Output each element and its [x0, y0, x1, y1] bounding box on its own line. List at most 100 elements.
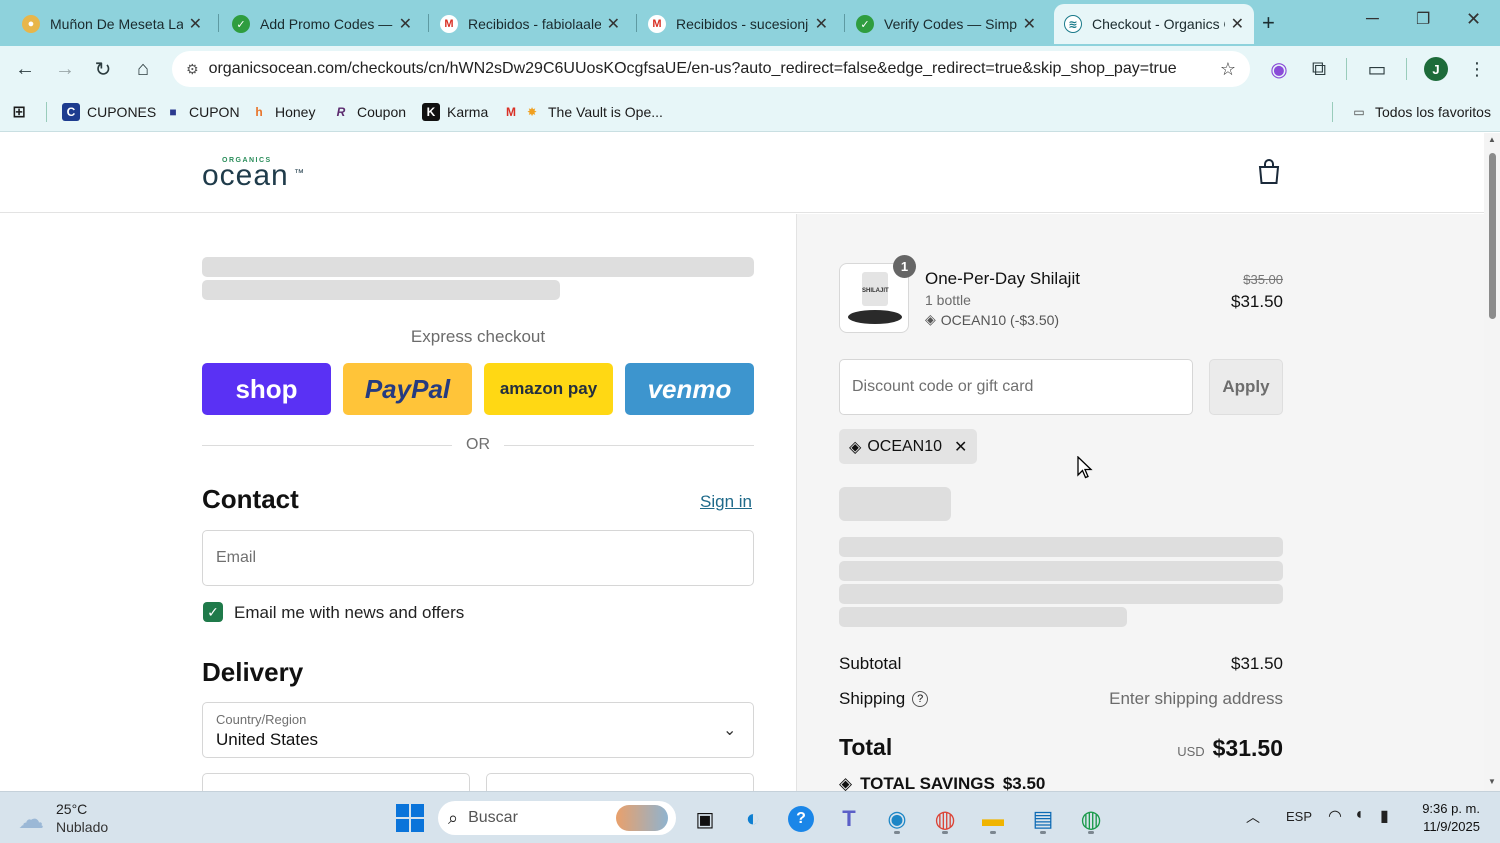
chrome-profile-icon[interactable]: ◍ [928, 802, 962, 836]
apps-grid-icon[interactable]: ⊞ [10, 100, 35, 124]
country-select[interactable]: Country/Region United States ⌄ [202, 702, 754, 758]
folder-icon: ▭ [1353, 105, 1365, 119]
express-checkout-title: Express checkout [410, 327, 546, 346]
extensions-icon[interactable]: ⧉ [1306, 56, 1332, 82]
scroll-up-icon[interactable]: ▲ [1488, 135, 1496, 144]
close-tab-icon[interactable]: ✕ [399, 14, 412, 34]
bookmark-cupones[interactable]: C CUPONES [62, 100, 156, 124]
email-placeholder: Email [216, 549, 257, 566]
new-tab-icon[interactable]: + [1262, 10, 1275, 36]
last-name-field[interactable] [486, 773, 754, 791]
tag-icon: ◈ [839, 774, 853, 791]
profile-avatar[interactable]: J [1424, 57, 1448, 81]
language-indicator[interactable]: ESP [1286, 809, 1312, 824]
discount-code-input[interactable]: Discount code or gift card [839, 359, 1193, 415]
or-divider-label: OR [466, 436, 490, 453]
all-bookmarks[interactable]: ▭ Todos los favoritos [1350, 100, 1491, 124]
paypal-button[interactable]: PayPal [343, 363, 472, 415]
bookmark-label: Honey [275, 104, 316, 120]
tab-checkout[interactable]: ≋ Checkout - Organics C ✕ [1054, 4, 1254, 44]
bookmark-star-icon[interactable]: ☆ [1220, 59, 1236, 80]
first-name-field[interactable] [202, 773, 470, 791]
bookmark-honey[interactable]: h Honey [250, 100, 315, 124]
volume-icon[interactable]: ◖ [1354, 806, 1364, 824]
help-app-icon[interactable]: ? [784, 802, 818, 836]
email-field[interactable]: Email [202, 530, 754, 586]
scroll-down-icon[interactable]: ▼ [1488, 777, 1496, 786]
venmo-button[interactable]: venmo [625, 363, 754, 415]
bookmark-vault[interactable]: M ✸ The Vault is Ope... [502, 100, 663, 124]
amazon-pay-button[interactable]: amazon pay [484, 363, 613, 415]
clock-time[interactable]: 9:36 p. m. [1408, 801, 1480, 816]
help-icon[interactable]: ? [912, 691, 929, 707]
bookmark-karma[interactable]: K Karma [422, 100, 488, 124]
copilot-icon[interactable]: ◉ [1266, 56, 1292, 82]
site-info-icon[interactable]: ⚙ [186, 61, 199, 78]
windows-start-icon[interactable] [396, 804, 424, 832]
sign-in-link[interactable]: Sign in [700, 492, 752, 512]
shipping-value: Enter shipping address [1109, 689, 1283, 708]
thumbnail-label: SHILAJIT [862, 288, 889, 294]
newsletter-label: Email me with news and offers [234, 603, 465, 622]
wifi-icon[interactable]: ◠ [1328, 806, 1342, 826]
tab-add-promo[interactable]: ✓ Add Promo Codes — ✕ [222, 4, 422, 44]
tab-verify-codes[interactable]: ✓ Verify Codes — Simpl ✕ [846, 4, 1046, 44]
product-discount: ◈ OCEAN10 (-$3.50) [925, 311, 1059, 328]
file-explorer-icon[interactable]: ▬ [976, 802, 1010, 836]
loading-skeleton [839, 537, 1283, 557]
product-variant: 1 bottle [925, 292, 971, 308]
close-tab-icon[interactable]: ✕ [1231, 14, 1244, 34]
cloud-icon[interactable]: ☁ [18, 804, 44, 835]
task-view-icon[interactable]: ▣ [688, 802, 722, 836]
weather-temp[interactable]: 25°C [56, 801, 87, 817]
store-logo[interactable]: ORGANICS ocean ™ [202, 153, 312, 193]
tab-search-icon[interactable]: ▭ [1364, 56, 1390, 82]
shop-pay-button[interactable]: shop [202, 363, 331, 415]
karma-icon: K [422, 103, 440, 121]
loading-skeleton [839, 487, 951, 521]
battery-icon[interactable]: ▮ [1380, 806, 1389, 826]
home-icon[interactable]: ⌂ [130, 56, 156, 82]
remove-discount-icon[interactable]: ✕ [954, 437, 967, 457]
close-tab-icon[interactable]: ✕ [607, 14, 620, 34]
shopping-bag-icon[interactable] [1257, 159, 1281, 185]
total-savings: ◈ TOTAL SAVINGS $3.50 [839, 774, 1045, 791]
logo-main-text: ocean [202, 159, 289, 192]
chevron-down-icon: ⌄ [723, 722, 737, 739]
close-tab-icon[interactable]: ✕ [1023, 14, 1036, 34]
browser-toolbar: ← → ↻ ⌂ ⚙ organicsocean.com/checkouts/cn… [0, 46, 1500, 92]
close-tab-icon[interactable]: ✕ [189, 14, 202, 34]
savings-label: TOTAL SAVINGS [860, 774, 995, 791]
edge-icon[interactable]: ◐ [736, 802, 770, 836]
tab-gmail-1[interactable]: M Recibidos - fabiolaalej ✕ [430, 4, 630, 44]
remote-desktop-icon[interactable]: ▤ [1026, 802, 1060, 836]
clock-date[interactable]: 11/9/2025 [1408, 819, 1480, 834]
tab-gmail-2[interactable]: M Recibidos - sucesionjc ✕ [638, 4, 838, 44]
weather-desc[interactable]: Nublado [56, 819, 108, 835]
newsletter-checkbox[interactable]: ✓ [203, 602, 223, 622]
show-hidden-icons-icon[interactable]: ︿ [1246, 807, 1260, 827]
address-bar[interactable]: ⚙ organicsocean.com/checkouts/cn/hWN2sDw… [172, 51, 1250, 87]
page-scrollbar[interactable]: ▲ ▼ [1484, 133, 1500, 791]
search-placeholder: Buscar [468, 809, 518, 826]
reload-icon[interactable]: ↻ [90, 56, 116, 82]
menu-icon[interactable]: ⋮ [1464, 56, 1490, 82]
checkout-page: ORGANICS ocean ™ Express checkout shop P… [0, 133, 1484, 791]
bookmark-coupon[interactable]: R Coupon [332, 100, 406, 124]
close-window-icon[interactable]: ✕ [1466, 9, 1481, 30]
back-icon[interactable]: ← [12, 56, 38, 82]
applied-code-text: OCEAN10 [867, 437, 943, 455]
chrome-icon[interactable]: ◍ [1074, 802, 1108, 836]
bookmark-cupon[interactable]: ■ CUPON [164, 100, 239, 124]
minimize-icon[interactable]: ─ [1366, 8, 1379, 29]
outlook-icon[interactable]: ◉ [880, 802, 914, 836]
teams-icon[interactable]: T [832, 802, 866, 836]
forward-icon[interactable]: → [52, 56, 78, 82]
restore-icon[interactable]: ❐ [1416, 9, 1430, 29]
scrollbar-thumb[interactable] [1489, 153, 1496, 319]
apply-button[interactable]: Apply [1209, 359, 1283, 415]
close-tab-icon[interactable]: ✕ [815, 14, 828, 34]
bookmarks-bar: ⊞ C CUPONES ■ CUPON h Honey R Coupon K Karma … [0, 92, 1500, 132]
tab-munon[interactable]: ● Muñon De Meseta Lar ✕ [12, 4, 212, 44]
taskbar-search[interactable]: ⌕ Buscar [438, 801, 676, 835]
